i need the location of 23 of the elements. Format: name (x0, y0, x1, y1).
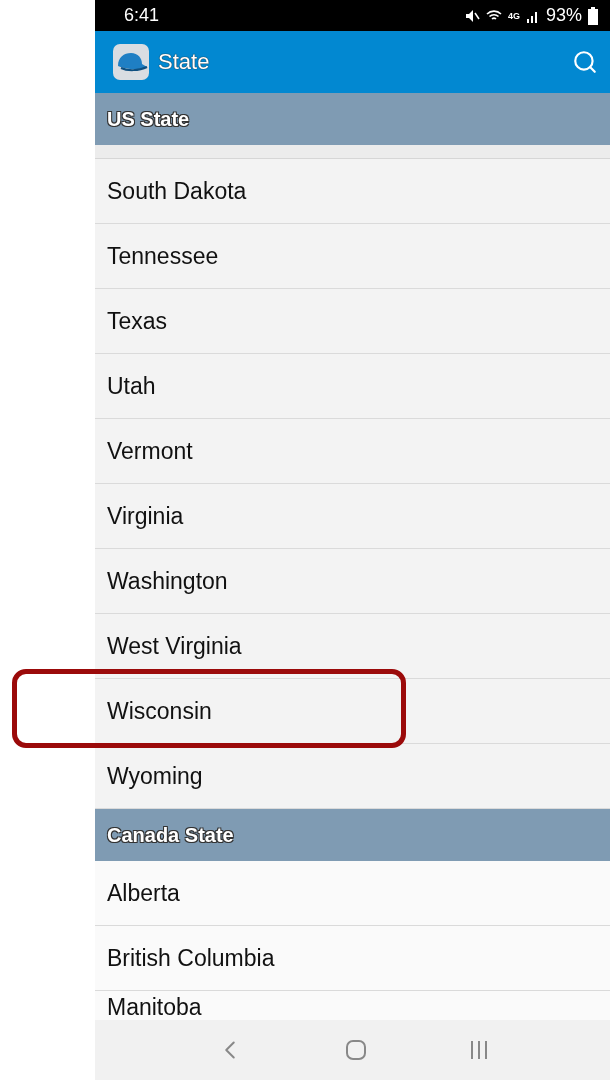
state-row[interactable]: British Columbia (95, 926, 610, 991)
state-row[interactable]: Texas (95, 289, 610, 354)
home-icon[interactable] (345, 1039, 368, 1061)
state-row[interactable]: Alberta (95, 861, 610, 926)
logo-icon (113, 44, 149, 80)
section-title: Canada State (107, 823, 234, 847)
state-row[interactable]: Manitoba (95, 991, 610, 1020)
status-time: 6:41 (124, 5, 161, 26)
state-row[interactable]: Virginia (95, 484, 610, 549)
network-type: 4G (507, 10, 520, 21)
state-row[interactable]: Tennessee (95, 224, 610, 289)
state-row[interactable]: Wisconsin (95, 679, 610, 744)
state-row[interactable]: Wyoming (95, 744, 610, 809)
state-row[interactable]: South Dakota (95, 159, 610, 224)
state-row[interactable]: Vermont (95, 419, 610, 484)
battery-level: 93% (545, 5, 582, 26)
search-icon[interactable] (572, 49, 598, 75)
battery-icon (588, 6, 598, 25)
screen-title: State (158, 49, 211, 75)
state-row[interactable]: Washington (95, 549, 610, 614)
section-title: US State (107, 107, 190, 131)
state-row[interactable]: Utah (95, 354, 610, 419)
state-row[interactable]: West Virginia (95, 614, 610, 679)
